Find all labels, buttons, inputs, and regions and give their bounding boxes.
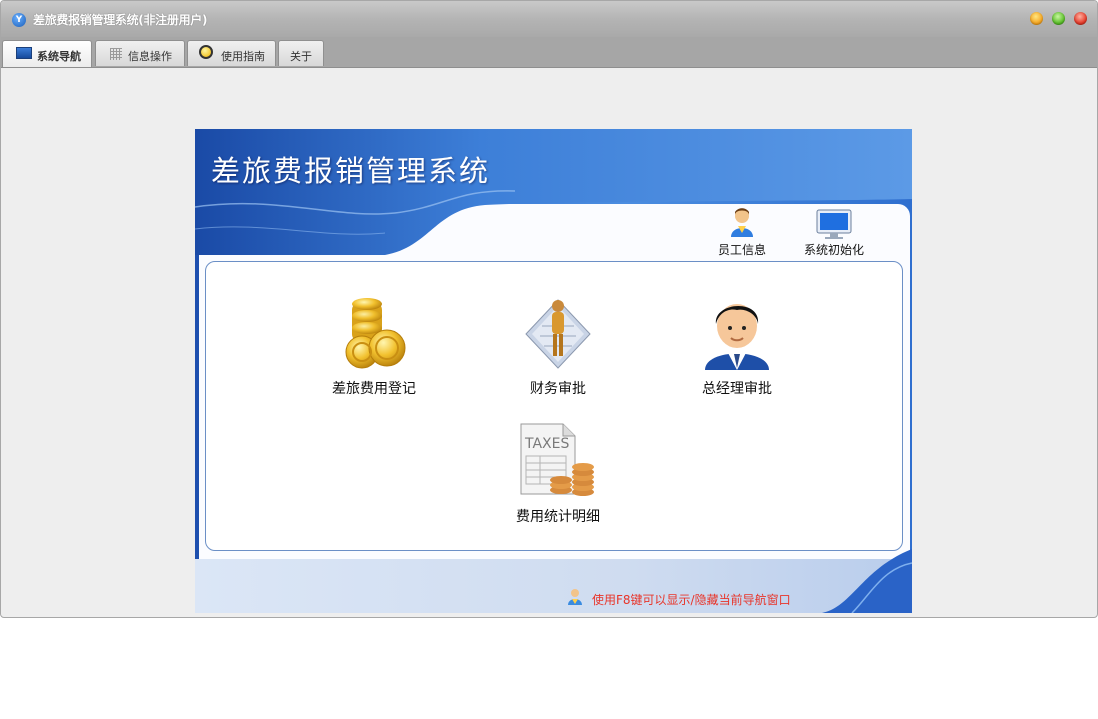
taxes-label: TAXES xyxy=(524,436,569,452)
app-logo-icon: Y xyxy=(12,13,26,27)
module-label: 总经理审批 xyxy=(702,381,772,397)
app-window: Y 差旅费报销管理系统(非注册用户) 系统导航 信息操作 使用指南 关于 差旅费… xyxy=(0,0,1098,618)
tab-info-operation[interactable]: 信息操作 xyxy=(95,40,185,66)
taxes-report-icon: TAXES xyxy=(520,423,594,496)
manager-avatar-icon xyxy=(705,304,769,370)
f8-hint: 使用F8键可以显示/隐藏当前导航窗口 xyxy=(568,589,791,608)
tab-user-guide[interactable]: 使用指南 xyxy=(187,40,276,66)
tab-label: 信息操作 xyxy=(128,50,172,63)
finance-approval-icon xyxy=(525,299,591,369)
info-user-icon xyxy=(568,589,582,605)
employee-icon xyxy=(731,208,753,237)
tab-label: 关于 xyxy=(290,50,312,63)
employee-info-label: 员工信息 xyxy=(717,243,766,257)
module-label: 财务审批 xyxy=(530,381,586,397)
tab-about[interactable]: 关于 xyxy=(278,40,324,66)
close-button[interactable] xyxy=(1074,12,1087,25)
module-box: 差旅费用登记 财务审批 总经理审批 TAXES 费用统计明细 xyxy=(205,261,903,551)
gold-coins-icon xyxy=(345,298,406,369)
tab-label: 使用指南 xyxy=(221,50,265,63)
system-init-label: 系统初始化 xyxy=(803,243,864,257)
f8-hint-text: 使用F8键可以显示/隐藏当前导航窗口 xyxy=(592,593,791,607)
monitor-icon xyxy=(816,209,852,239)
tab-bar: 系统导航 信息操作 使用指南 关于 xyxy=(1,37,1097,68)
window-title: 差旅费报销管理系统(非注册用户) xyxy=(33,13,208,27)
monitor-icon xyxy=(16,47,32,59)
title-bar[interactable]: Y 差旅费报销管理系统(非注册用户) xyxy=(1,1,1097,37)
grid-icon xyxy=(110,48,122,60)
navigation-panel: 差旅费报销管理系统 员工信息 系统初始化 差旅费用登记 财务审批 总经理审批 T… xyxy=(195,129,912,613)
footer-swoosh xyxy=(822,549,912,613)
module-label: 差旅费用登记 xyxy=(332,381,416,397)
minimize-button[interactable] xyxy=(1030,12,1043,25)
panel-title: 差旅费报销管理系统 xyxy=(211,154,491,188)
help-icon xyxy=(199,45,213,59)
maximize-button[interactable] xyxy=(1052,12,1065,25)
module-label: 费用统计明细 xyxy=(516,509,600,525)
tab-label: 系统导航 xyxy=(37,50,81,63)
tab-system-navigation[interactable]: 系统导航 xyxy=(2,40,92,67)
